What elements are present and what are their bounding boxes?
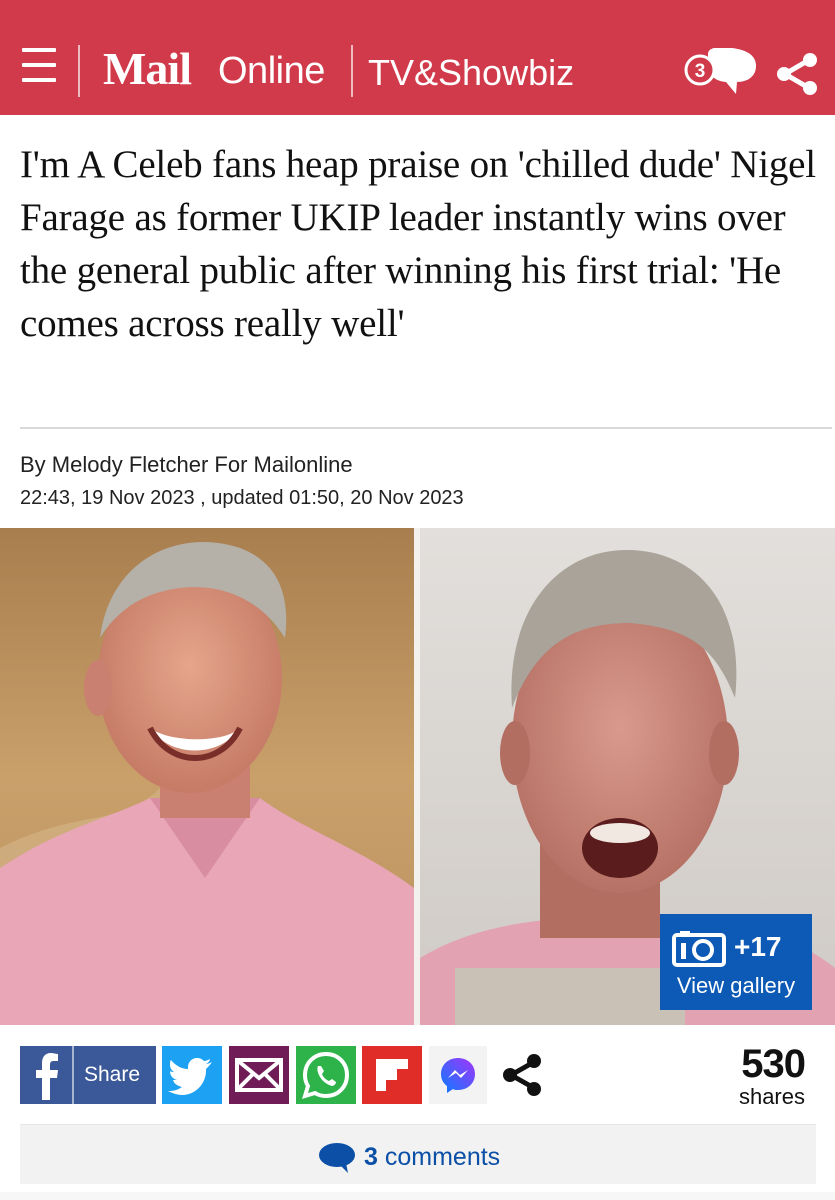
comments-count: 3 [364, 1143, 378, 1171]
logo-online[interactable]: Online [218, 49, 325, 93]
divider [20, 427, 832, 429]
comments-link[interactable]: 3 comments [20, 1124, 816, 1184]
article-headline: I'm A Celeb fans heap praise on 'chilled… [20, 143, 816, 345]
share-count: 530 [741, 1042, 806, 1086]
twitter-share-button[interactable] [162, 1046, 222, 1104]
article-dateline: 22:43, 19 Nov 2023 , updated 01:50, 20 N… [20, 487, 464, 509]
comments-badge-icon[interactable]: 3 [682, 48, 757, 96]
camera-icon [672, 931, 726, 967]
facebook-share-button[interactable]: Share [20, 1046, 156, 1104]
facebook-share-label: Share [84, 1063, 141, 1086]
article-byline[interactable]: By Melody Fletcher For Mailonline [20, 451, 353, 479]
email-share-button[interactable] [229, 1046, 289, 1104]
header-divider [351, 45, 353, 97]
comments-badge-count: 3 [695, 61, 706, 82]
flipboard-share-button[interactable] [362, 1046, 422, 1104]
view-gallery-button[interactable]: +17 View gallery [660, 914, 812, 1010]
comments-text: 3 comments [364, 1142, 500, 1172]
comments-label: comments [384, 1143, 501, 1171]
flipboard-icon [376, 1059, 408, 1091]
email-icon [235, 1058, 283, 1092]
share-icon[interactable] [775, 52, 819, 96]
menu-icon[interactable] [22, 48, 56, 88]
page-bottom-divider [0, 1192, 835, 1200]
header-divider [78, 45, 80, 97]
gallery-count: +17 [734, 931, 782, 962]
messenger-icon [441, 1058, 475, 1093]
comment-bubble-icon [319, 1143, 355, 1173]
more-share-button[interactable] [494, 1046, 552, 1104]
section-link[interactable]: TV&Showbiz [368, 51, 574, 95]
twitter-icon [168, 1058, 212, 1095]
share-count-label: shares [738, 1084, 805, 1109]
whatsapp-icon [302, 1051, 350, 1099]
logo-mail[interactable]: Mail [103, 44, 192, 94]
share-icon [503, 1054, 541, 1096]
site-header: Mail Online TV&Showbiz 3 [0, 0, 835, 115]
whatsapp-share-button[interactable] [296, 1046, 356, 1104]
view-gallery-label: View gallery [676, 973, 796, 998]
messenger-share-button[interactable] [429, 1046, 487, 1104]
facebook-icon [36, 1053, 58, 1100]
